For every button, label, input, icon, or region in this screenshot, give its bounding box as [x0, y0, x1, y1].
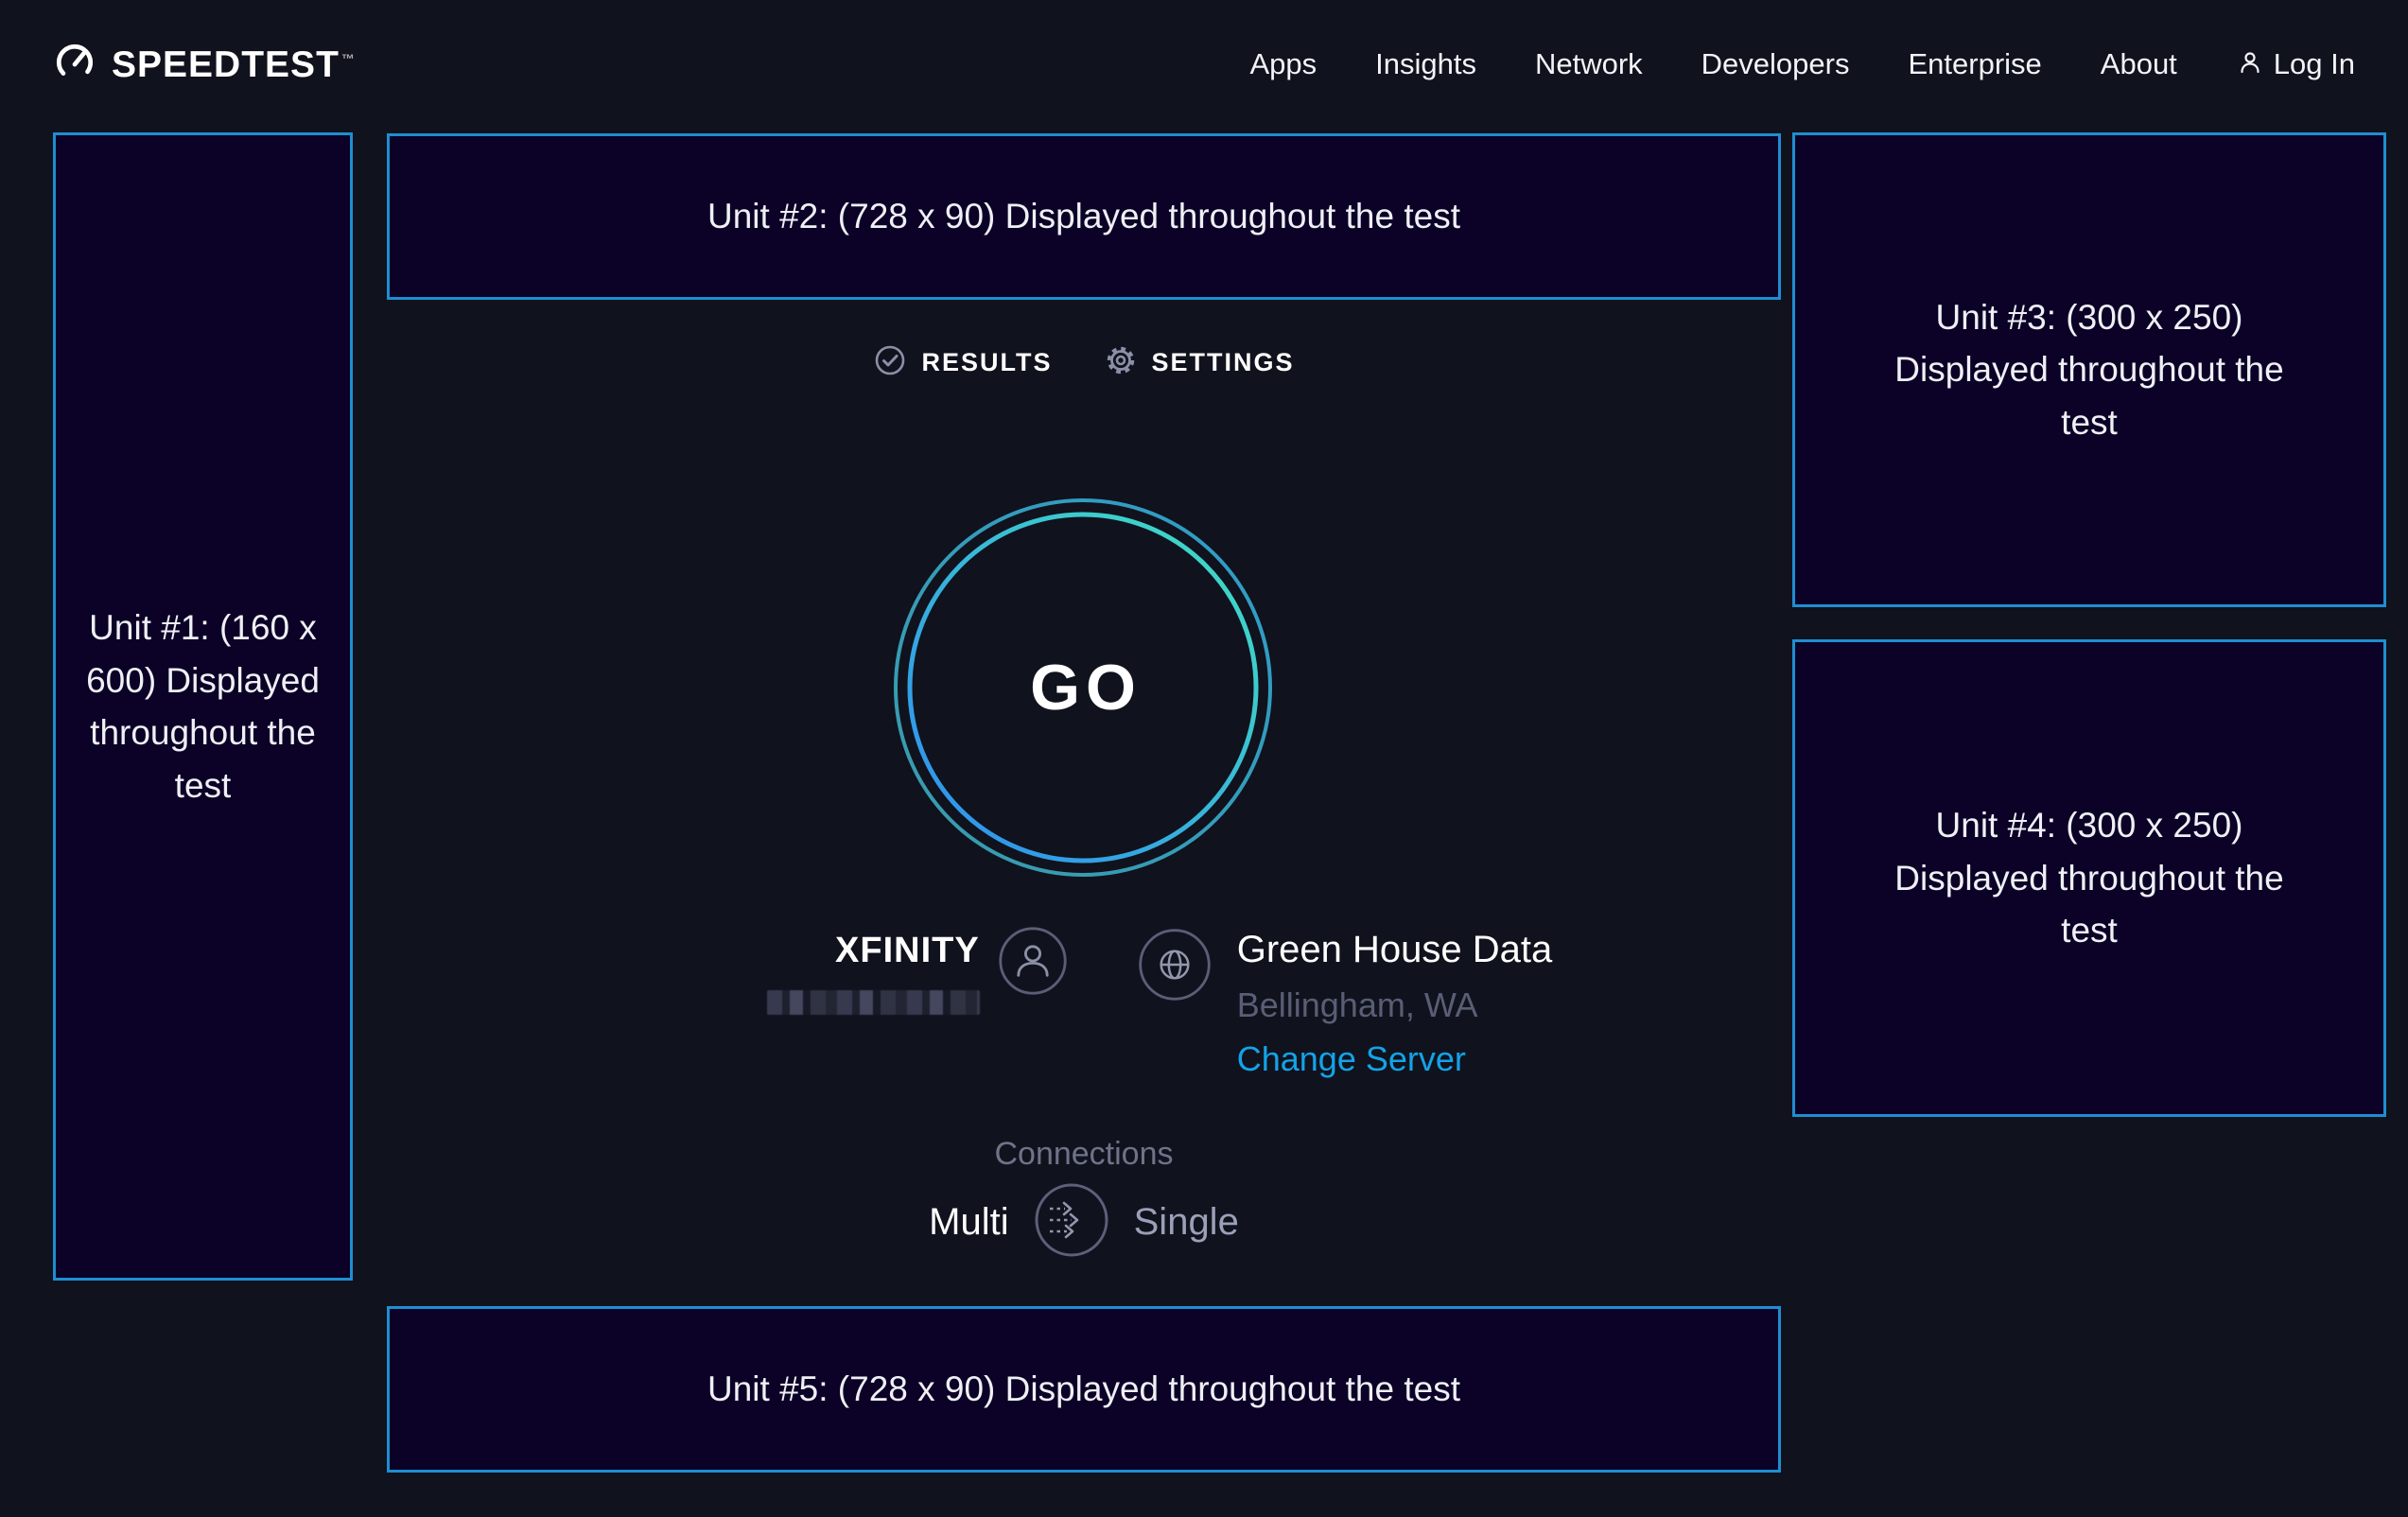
ad-unit-2[interactable]: Unit #2: (728 x 90) Displayed throughout…: [387, 133, 1781, 300]
change-server-link[interactable]: Change Server: [1237, 1039, 1553, 1079]
server-location: Bellingham, WA: [1237, 985, 1553, 1025]
connections-toggle-row: Multi Single: [387, 1182, 1781, 1263]
isp-name: XFINITY: [835, 931, 980, 971]
ad-unit-5[interactable]: Unit #5: (728 x 90) Displayed throughout…: [387, 1306, 1781, 1473]
speedtest-logo[interactable]: SPEEDTEST™: [53, 41, 356, 89]
brand-trademark: ™: [341, 51, 356, 66]
go-button[interactable]: GO: [884, 489, 1282, 886]
connections-single-label[interactable]: Single: [1134, 1201, 1239, 1244]
connections-multi-label[interactable]: Multi: [929, 1201, 1008, 1244]
login-label: Log In: [2274, 47, 2355, 81]
ad-unit-3-text: Unit #3: (300 x 250) Displayed throughou…: [1879, 291, 2300, 449]
redacted-ip-text: [767, 990, 980, 1015]
ad-unit-5-text: Unit #5: (728 x 90) Displayed throughout…: [707, 1363, 1460, 1416]
nav-item-network[interactable]: Network: [1535, 47, 1643, 81]
tab-settings[interactable]: SETTINGS: [1104, 343, 1295, 382]
multi-connection-arrows-icon: [1034, 1182, 1109, 1258]
speedtest-page: SPEEDTEST™ Apps Insights Network Develop…: [0, 0, 2408, 1517]
check-circle-icon: [873, 343, 907, 382]
results-label: RESULTS: [921, 348, 1052, 377]
go-label: GO: [884, 489, 1282, 886]
server-text: Green House Data Bellingham, WA Change S…: [1237, 925, 1553, 1079]
tab-results[interactable]: RESULTS: [873, 343, 1052, 382]
connections-toggle[interactable]: [1034, 1182, 1109, 1263]
ad-unit-4-text: Unit #4: (300 x 250) Displayed throughou…: [1879, 799, 2300, 957]
ad-unit-1[interactable]: Unit #1: (160 x 600) Displayed throughou…: [53, 132, 353, 1281]
server-name: Green House Data: [1237, 929, 1553, 971]
user-icon: [2236, 48, 2264, 81]
server-group: Green House Data Bellingham, WA Change S…: [1135, 925, 1553, 1079]
settings-label: SETTINGS: [1152, 348, 1295, 377]
brand-text: SPEEDTEST™: [112, 46, 356, 83]
tabs-row: RESULTS SETTINGS: [387, 343, 1781, 382]
connections-label: Connections: [387, 1136, 1781, 1173]
ad-unit-3[interactable]: Unit #3: (300 x 250) Displayed throughou…: [1792, 132, 2386, 607]
nav-item-enterprise[interactable]: Enterprise: [1908, 47, 2041, 81]
isp-group: XFINITY: [767, 925, 1069, 1015]
nav-item-apps[interactable]: Apps: [1249, 47, 1317, 81]
ad-unit-2-text: Unit #2: (728 x 90) Displayed throughout…: [707, 190, 1460, 243]
ad-unit-4[interactable]: Unit #4: (300 x 250) Displayed throughou…: [1792, 639, 2386, 1117]
ad-unit-1-text: Unit #1: (160 x 600) Displayed throughou…: [56, 602, 350, 811]
login-link[interactable]: Log In: [2236, 47, 2355, 81]
nav-item-insights[interactable]: Insights: [1375, 47, 1476, 81]
header: SPEEDTEST™ Apps Insights Network Develop…: [0, 0, 2408, 129]
gear-icon: [1104, 343, 1138, 382]
gauge-icon: [53, 41, 96, 89]
main-nav: Apps Insights Network Developers Enterpr…: [1249, 47, 2355, 81]
nav-item-about[interactable]: About: [2101, 47, 2177, 81]
globe-circle-icon: [1135, 925, 1214, 1009]
isp-text: XFINITY: [767, 925, 980, 1015]
nav-item-developers[interactable]: Developers: [1701, 47, 1850, 81]
isp-user-circle-icon: [997, 925, 1069, 1002]
connection-meta: XFINITY Green Hous: [462, 925, 1857, 1079]
